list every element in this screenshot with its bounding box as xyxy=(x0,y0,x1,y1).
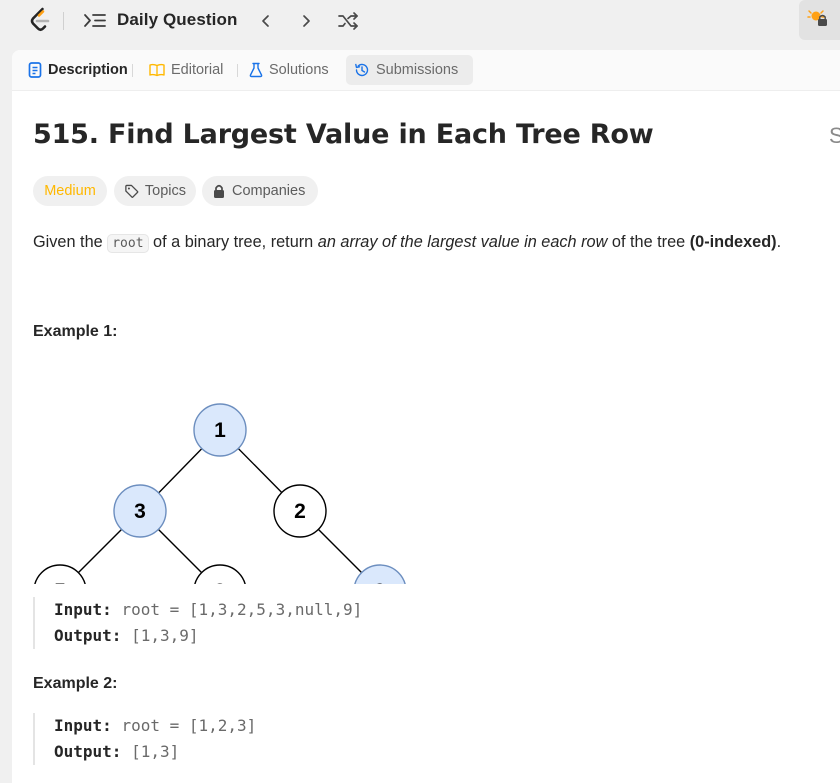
desc-text: . xyxy=(776,233,782,251)
debug-button[interactable] xyxy=(799,0,840,40)
tree-nodes: 1 3 2 5 3 9 xyxy=(34,403,406,584)
input-label: Input: xyxy=(54,716,112,735)
input-line: Input: root = [1,3,2,5,3,null,9] xyxy=(54,597,362,623)
tab-divider xyxy=(237,64,238,77)
desc-text: of the tree xyxy=(607,233,690,251)
companies-button[interactable]: Companies xyxy=(202,176,318,206)
flask-icon xyxy=(249,62,263,78)
tab-description[interactable]: Description xyxy=(20,55,136,85)
example-1-code: Input: root = [1,3,2,5,3,null,9] Output:… xyxy=(33,597,362,649)
tab-label: Solutions xyxy=(269,62,329,78)
bug-lock-icon xyxy=(807,10,827,26)
description-panel: Description Editorial Solutions Submissi… xyxy=(12,50,840,783)
topics-button[interactable]: Topics xyxy=(114,176,196,206)
tree-node-label: 3 xyxy=(214,580,226,584)
tab-label: Editorial xyxy=(171,62,224,78)
example-2-code: Input: root = [1,2,3] Output: [1,3] xyxy=(33,713,256,765)
input-value: root = [1,2,3] xyxy=(121,716,257,735)
output-line: Output: [1,3] xyxy=(54,739,256,765)
tree-node-label: 3 xyxy=(134,500,146,523)
tab-divider xyxy=(132,64,133,77)
desc-italic: an array of the largest value in each ro… xyxy=(317,233,608,251)
tab-label: Description xyxy=(48,62,128,78)
document-icon xyxy=(28,62,42,78)
tab-label: Submissions xyxy=(376,62,459,78)
history-icon xyxy=(355,63,369,77)
truncated-text: S xyxy=(829,123,840,148)
problem-description: Given the root of a binary tree, return … xyxy=(33,230,838,256)
output-value: [1,3,9] xyxy=(131,626,199,645)
tree-node-label: 9 xyxy=(374,580,386,584)
output-label: Output: xyxy=(54,742,122,761)
companies-label: Companies xyxy=(232,183,306,199)
output-line: Output: [1,3,9] xyxy=(54,623,362,649)
leetcode-logo-icon[interactable] xyxy=(28,7,52,35)
tree-node-label: 1 xyxy=(214,419,226,442)
divider xyxy=(63,12,64,30)
top-bar: Daily Question xyxy=(0,0,840,48)
tab-editorial[interactable]: Editorial xyxy=(141,55,231,85)
example-heading: Example 2: xyxy=(33,675,118,692)
inline-code: root xyxy=(107,234,149,253)
input-value: root = [1,3,2,5,3,null,9] xyxy=(121,600,363,619)
topics-label: Topics xyxy=(144,183,186,199)
chevron-right-icon[interactable] xyxy=(295,11,317,31)
chevron-left-icon[interactable] xyxy=(255,11,277,31)
problem-list-icon[interactable] xyxy=(83,11,107,31)
book-icon xyxy=(149,63,165,77)
desc-bold: (0-indexed) xyxy=(689,233,777,251)
tab-bar: Description Editorial Solutions Submissi… xyxy=(12,50,840,91)
input-line: Input: root = [1,2,3] xyxy=(54,713,256,739)
desc-text: Given the xyxy=(33,233,108,251)
lock-icon xyxy=(214,184,224,198)
output-label: Output: xyxy=(54,626,122,645)
problem-title: 515. Find Largest Value in Each Tree Row xyxy=(33,119,654,150)
tree-node-label: 2 xyxy=(294,500,306,523)
shuffle-icon[interactable] xyxy=(336,11,360,31)
example-heading: Example 1: xyxy=(33,323,118,340)
tab-submissions[interactable]: Submissions xyxy=(346,55,473,85)
tree-node-label: 5 xyxy=(54,580,66,584)
input-label: Input: xyxy=(54,600,112,619)
tag-icon xyxy=(125,184,139,198)
binary-tree-diagram: 1 3 2 5 3 9 xyxy=(34,403,406,584)
daily-question-title[interactable]: Daily Question xyxy=(117,10,237,30)
difficulty-badge: Medium xyxy=(33,176,107,206)
tab-solutions[interactable]: Solutions xyxy=(241,55,337,85)
desc-text: of a binary tree, return xyxy=(148,233,318,251)
output-value: [1,3] xyxy=(131,742,180,761)
